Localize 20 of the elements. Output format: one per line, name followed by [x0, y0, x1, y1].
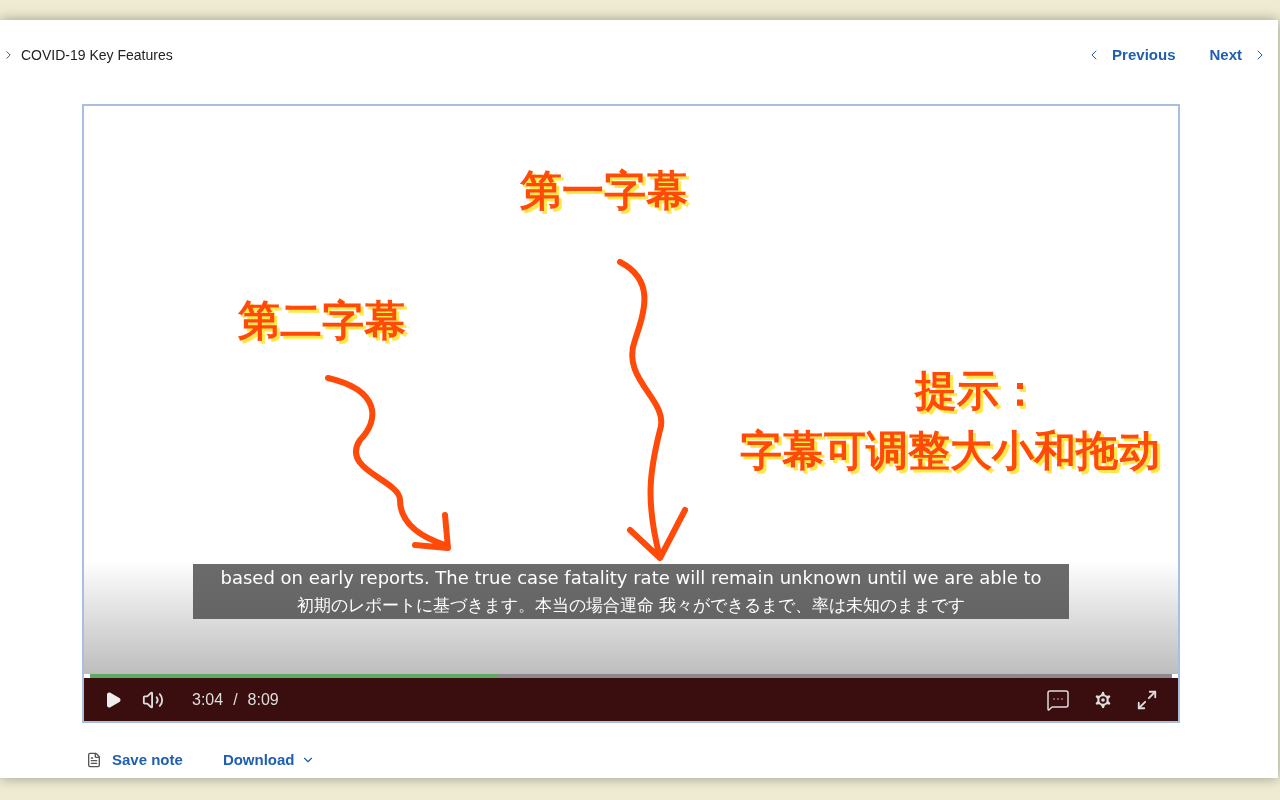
previous-button[interactable]: Previous: [1086, 43, 1176, 67]
fullscreen-button[interactable]: [1136, 688, 1158, 711]
time-separator: /: [233, 689, 238, 710]
captions-button[interactable]: [1046, 687, 1070, 712]
next-button[interactable]: Next: [1209, 43, 1268, 67]
progress-track[interactable]: [90, 674, 1172, 678]
annotation-text: 字幕可调整大小和拖动: [740, 430, 1160, 472]
download-button[interactable]: Download: [222, 749, 315, 772]
annotation-text: 第一字幕: [520, 170, 688, 212]
note-icon: [86, 752, 102, 769]
caption-line: 初期のレポートに基づきます。本当の場合運命 我々ができるまで、率は未知のままです: [295, 594, 967, 616]
save-note-button[interactable]: Save note: [86, 749, 183, 772]
settings-button[interactable]: [1092, 688, 1114, 711]
annotation-text: 第二字幕: [238, 300, 406, 342]
duration: 8:09: [247, 689, 279, 710]
caption-line: based on early reports. The true case fatality rate will remain unknown until we are able to: [219, 567, 1043, 589]
current-time: 3:04: [192, 689, 224, 710]
play-button[interactable]: [104, 690, 122, 709]
breadcrumb-title[interactable]: COVID-19 Key Features: [21, 44, 173, 66]
annotation-text: 提示：: [915, 370, 1041, 412]
